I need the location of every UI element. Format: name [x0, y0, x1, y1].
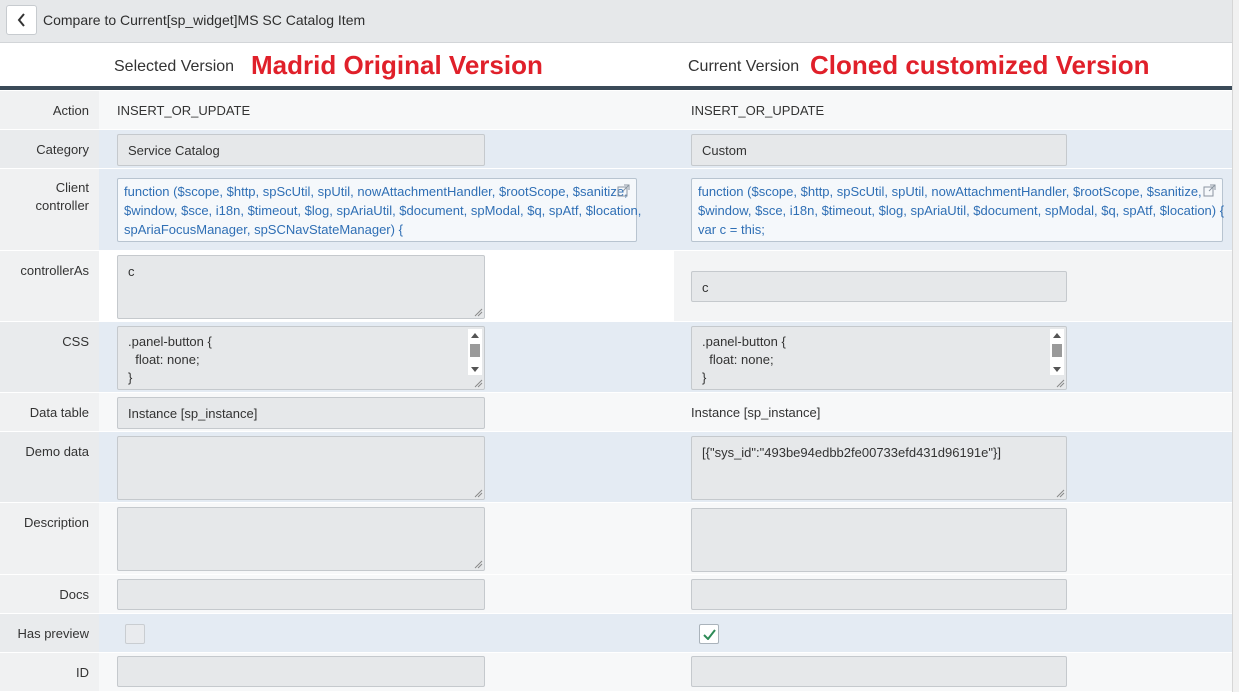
- row-description: Description: [0, 503, 1232, 575]
- description-selected-textarea[interactable]: [117, 507, 485, 571]
- css-line: .panel-button {: [702, 334, 786, 349]
- scroll-down-icon[interactable]: [471, 367, 479, 372]
- field-label-docs: Docs: [59, 587, 89, 602]
- field-label-client: Client: [55, 180, 89, 195]
- current-version-label: Current Version: [688, 58, 800, 75]
- data-table-selected-field[interactable]: Instance [sp_instance]: [117, 397, 485, 429]
- css-selected-textarea[interactable]: .panel-button { float: none; }: [117, 326, 485, 390]
- category-selected-value: Service Catalog: [128, 143, 220, 158]
- css-selected-text: .panel-button { float: none; }: [128, 333, 212, 387]
- resize-grip-icon[interactable]: [474, 379, 483, 388]
- resize-grip-icon[interactable]: [474, 308, 483, 317]
- action-selected-value: INSERT_OR_UPDATE: [117, 103, 251, 118]
- current-version-annotation: Cloned customized Version: [810, 50, 1150, 80]
- scroll-thumb[interactable]: [470, 344, 480, 357]
- field-label-demo-data: Demo data: [25, 444, 89, 459]
- field-label-css: CSS: [62, 334, 89, 349]
- category-current-field[interactable]: Custom: [691, 134, 1067, 166]
- page-title: Compare to Current[sp_widget]MS SC Catal…: [43, 12, 366, 28]
- field-label-client-controller: Client controller: [36, 179, 89, 215]
- header-bar: Compare to Current[sp_widget]MS SC Catal…: [0, 0, 1239, 43]
- css-line: }: [128, 370, 133, 385]
- field-label-has-preview: Has preview: [17, 626, 89, 641]
- controller-as-selected-textarea[interactable]: c: [117, 255, 485, 319]
- category-selected-field[interactable]: Service Catalog: [117, 134, 485, 166]
- code-line: function ($scope, $http, spScUtil, spUti…: [698, 184, 1202, 199]
- resize-grip-icon[interactable]: [1056, 489, 1065, 498]
- row-demo-data: Demo data [{"sys_id":"493be94edbb2fe0073…: [0, 432, 1232, 503]
- id-selected-field[interactable]: [117, 656, 485, 687]
- field-label-action: Action: [52, 103, 89, 118]
- field-label-category: Category: [36, 142, 89, 157]
- has-preview-selected-checkbox[interactable]: [125, 624, 145, 644]
- has-preview-current-checkbox[interactable]: [699, 624, 719, 644]
- checkmark-icon: [703, 629, 716, 640]
- field-label-id: ID: [76, 665, 89, 680]
- row-action: Action INSERT_OR_UPDATE INSERT_OR_UPDATE: [0, 91, 1232, 130]
- demo-data-current-value: [{"sys_id":"493be94edbb2fe00733efd431d96…: [702, 445, 1001, 460]
- controller-as-current-field[interactable]: c: [691, 271, 1067, 302]
- version-header: Selected Version Madrid Original Version…: [0, 44, 1232, 90]
- client-controller-current-text: function ($scope, $http, spScUtil, spUti…: [698, 182, 1225, 239]
- window-edge: [1232, 0, 1239, 692]
- field-label-controller-as: controllerAs: [20, 263, 89, 278]
- open-external-icon[interactable]: [617, 184, 630, 197]
- field-label-data-table: Data table: [29, 405, 89, 420]
- demo-data-selected-textarea[interactable]: [117, 436, 485, 500]
- scroll-up-icon[interactable]: [1053, 333, 1061, 338]
- data-table-current-value: Instance [sp_instance]: [691, 405, 821, 420]
- id-current-field[interactable]: [691, 656, 1067, 687]
- css-current-scrollbar[interactable]: [1050, 329, 1064, 375]
- code-line: var c = this;: [698, 222, 765, 237]
- code-line: $window, $sce, i18n, $timeout, $log, spA…: [124, 203, 642, 218]
- row-data-table: Data table Instance [sp_instance] Instan…: [0, 393, 1232, 432]
- client-controller-current-code[interactable]: function ($scope, $http, spScUtil, spUti…: [691, 178, 1225, 242]
- resize-grip-icon[interactable]: [474, 560, 483, 569]
- css-current-text: .panel-button { float: none; }: [702, 333, 786, 387]
- category-current-value: Custom: [702, 143, 747, 158]
- row-category: Category Service Catalog Custom: [0, 130, 1232, 169]
- data-table-selected-value: Instance [sp_instance]: [128, 406, 258, 421]
- row-controller-as: controllerAs c c: [0, 251, 1232, 322]
- selected-version-label: Selected Version: [114, 58, 235, 75]
- selected-version-annotation: Madrid Original Version: [251, 50, 543, 80]
- client-controller-selected-code[interactable]: function ($scope, $http, spScUtil, spUti…: [117, 178, 642, 242]
- css-line: float: none;: [128, 352, 200, 367]
- action-current-value: INSERT_OR_UPDATE: [691, 103, 825, 118]
- resize-grip-icon[interactable]: [1056, 379, 1065, 388]
- row-id: ID: [0, 653, 1232, 692]
- row-docs: Docs: [0, 575, 1232, 614]
- css-line: float: none;: [702, 352, 774, 367]
- scroll-up-icon[interactable]: [471, 333, 479, 338]
- resize-grip-icon[interactable]: [474, 489, 483, 498]
- chevron-left-icon: [17, 13, 25, 27]
- controller-as-selected-value: c: [128, 264, 135, 279]
- field-label-description: Description: [23, 515, 89, 530]
- controller-as-current-value: c: [702, 280, 709, 295]
- row-css: CSS .panel-button { float: none; } .pane…: [0, 322, 1232, 393]
- docs-current-field[interactable]: [691, 579, 1067, 610]
- code-line: $window, $sce, i18n, $timeout, $log, spA…: [698, 203, 1225, 218]
- code-line: function ($scope, $http, spScUtil, spUti…: [124, 184, 628, 199]
- docs-selected-field[interactable]: [117, 579, 485, 610]
- code-line: spAriaFocusManager, spSCNavStateManager)…: [124, 222, 403, 237]
- scroll-down-icon[interactable]: [1053, 367, 1061, 372]
- client-controller-selected-text: function ($scope, $http, spScUtil, spUti…: [124, 182, 642, 239]
- description-current-field[interactable]: [691, 508, 1067, 572]
- demo-data-current-textarea[interactable]: [{"sys_id":"493be94edbb2fe00733efd431d96…: [691, 436, 1067, 500]
- css-current-textarea[interactable]: .panel-button { float: none; }: [691, 326, 1067, 390]
- css-selected-scrollbar[interactable]: [468, 329, 482, 375]
- open-external-icon[interactable]: [1203, 184, 1216, 197]
- back-button[interactable]: [6, 5, 37, 35]
- css-line: }: [702, 370, 707, 385]
- row-client-controller: Client controller function ($scope, $htt…: [0, 169, 1232, 251]
- row-has-preview: Has preview: [0, 614, 1232, 653]
- scroll-thumb[interactable]: [1052, 344, 1062, 357]
- field-label-controller: controller: [35, 198, 89, 213]
- css-line: .panel-button {: [128, 334, 212, 349]
